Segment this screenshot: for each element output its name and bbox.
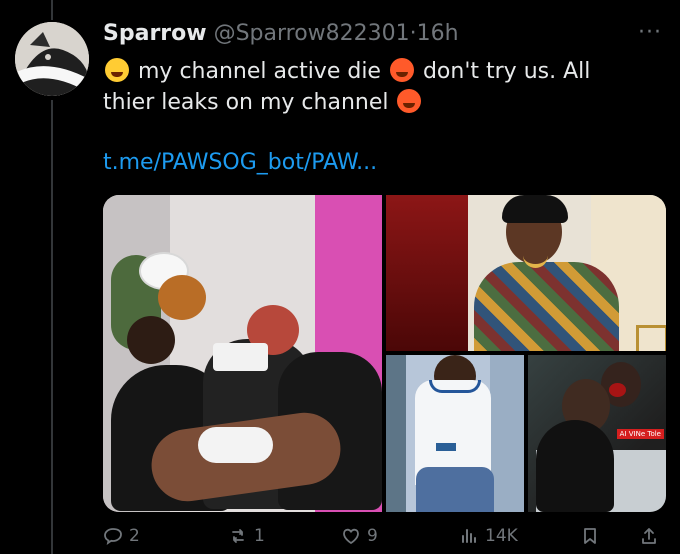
thread-line-bottom <box>51 100 53 554</box>
hot-face-icon <box>389 58 414 82</box>
ai-watermark-badge: AI VINe Tole <box>616 429 664 439</box>
tweet-text: my channel active die don't try us. All … <box>103 56 663 118</box>
like-count: 9 <box>367 526 378 546</box>
view-count: 14K <box>485 526 518 546</box>
reply-icon <box>103 526 123 546</box>
media-image-3[interactable] <box>386 355 524 512</box>
thread-line-top <box>51 0 53 20</box>
tweet-text-part-1: my channel active die <box>138 59 381 84</box>
time-separator: · <box>409 21 417 46</box>
tweet-actions: 2 1 9 14K <box>103 526 666 552</box>
tweet-header: Sparrow @Sparrow822301·16h <box>103 20 459 48</box>
media-grid[interactable]: AI VINe Tole <box>103 195 666 512</box>
share-icon <box>639 526 659 546</box>
media-image-4[interactable]: AI VINe Tole <box>528 355 666 512</box>
hot-face-icon-2 <box>397 89 422 113</box>
reply-count: 2 <box>129 526 140 546</box>
like-icon <box>341 526 361 546</box>
user-handle[interactable]: @Sparrow822301 <box>214 21 410 46</box>
face-with-tears-of-joy-icon <box>105 58 129 82</box>
avatar[interactable] <box>15 22 89 96</box>
repost-button[interactable]: 1 <box>228 526 265 546</box>
media-image-1[interactable] <box>103 195 382 512</box>
like-button[interactable]: 9 <box>341 526 378 546</box>
repost-icon <box>228 526 248 546</box>
tweet-text-part-3: thier leaks on my channel <box>103 90 389 115</box>
repost-count: 1 <box>254 526 265 546</box>
views-icon <box>459 526 479 546</box>
more-options-button[interactable]: ··· <box>638 20 662 45</box>
cat-avatar-icon <box>15 22 89 96</box>
share-button[interactable] <box>639 526 659 546</box>
display-name[interactable]: Sparrow <box>103 21 207 46</box>
bookmark-button[interactable] <box>580 526 600 546</box>
tweet-text-part-2: don't try us. All <box>422 59 591 84</box>
media-image-2[interactable] <box>386 195 666 351</box>
bookmark-icon <box>580 526 600 546</box>
telegram-link[interactable]: t.me/PAWSOG_bot/PAW... <box>103 150 377 175</box>
timestamp[interactable]: 16h <box>417 21 459 46</box>
views-button[interactable]: 14K <box>459 526 518 546</box>
reply-button[interactable]: 2 <box>103 526 140 546</box>
